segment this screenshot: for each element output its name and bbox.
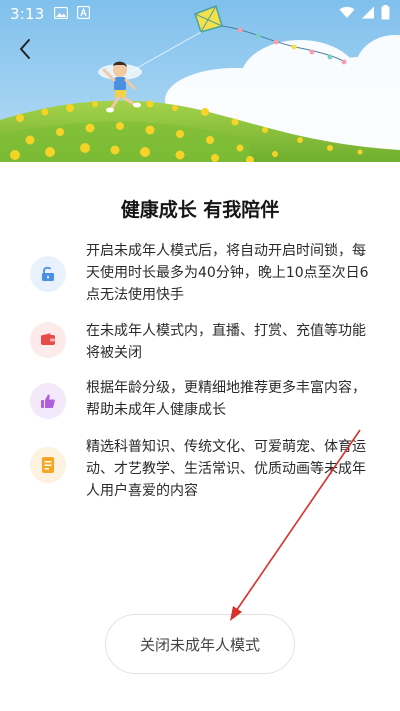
a-icon [77, 5, 91, 23]
status-bar: 3:13 [0, 0, 400, 28]
feature-text: 根据年龄分级，更精细地推荐更多丰富内容，帮助未成年人健康成长 [86, 380, 366, 418]
thumbs-up-icon [30, 383, 66, 419]
feature-text: 开启未成年人模式后，将自动开启时间锁，每天使用时长最多为40分钟，晚上10点至次… [86, 243, 369, 303]
status-time: 3:13 [10, 5, 45, 23]
signal-icon [361, 5, 375, 23]
image-icon [54, 5, 69, 23]
chevron-left-icon [18, 38, 32, 64]
lock-icon [30, 256, 66, 292]
wifi-icon [339, 5, 355, 23]
battery-icon [381, 4, 390, 24]
feature-text: 精选科普知识、传统文化、可爱萌宠、体育运动、才艺教学、生活常识、优质动画等未成年… [86, 439, 366, 499]
document-icon [30, 447, 66, 483]
page-title: 健康成长 有我陪伴 [120, 199, 280, 221]
back-button[interactable] [8, 34, 42, 68]
wallet-icon [30, 322, 66, 358]
feature-text: 在未成年人模式内，直播、打赏、充值等功能将被关闭 [86, 323, 366, 361]
close-minor-mode-button[interactable]: 关闭未成年人模式 [105, 614, 295, 674]
